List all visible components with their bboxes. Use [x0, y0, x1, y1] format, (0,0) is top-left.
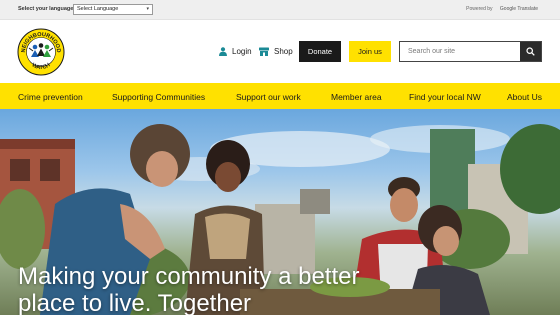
- nav-item-crime-prevention[interactable]: Crime prevention: [18, 92, 83, 102]
- login-link[interactable]: Login: [219, 41, 252, 62]
- neighbourhood-watch-logo[interactable]: NEIGHBOURHOOD WATCH: [17, 28, 65, 76]
- nav-item-member-area[interactable]: Member area: [331, 92, 382, 102]
- shop-link[interactable]: Shop: [259, 41, 293, 62]
- shop-icon: [259, 47, 269, 56]
- join-us-button[interactable]: Join us: [349, 41, 391, 62]
- search-box: Search our site: [399, 41, 542, 62]
- nav-item-about-us[interactable]: About Us: [507, 92, 542, 102]
- shop-label: Shop: [274, 47, 293, 56]
- powered-by-label: Powered by: [466, 6, 493, 12]
- hero-banner: Making your community a better place to …: [0, 109, 560, 315]
- site-header: NEIGHBOURHOOD WATCH Login Shop Donate Jo…: [0, 20, 560, 83]
- language-label: Select your language:: [18, 6, 76, 12]
- language-select[interactable]: Select Language ▾: [73, 4, 153, 15]
- google-translate-link[interactable]: Google Translate: [500, 6, 538, 12]
- logo-mark-icon: NEIGHBOURHOOD WATCH: [17, 28, 65, 76]
- hero-title: Making your community a better place to …: [18, 263, 360, 315]
- nav-item-support-our-work[interactable]: Support our work: [236, 92, 301, 102]
- user-icon: [219, 47, 227, 56]
- chevron-down-icon: ▾: [146, 6, 149, 12]
- donate-button[interactable]: Donate: [299, 41, 341, 62]
- language-select-value: Select Language: [77, 6, 119, 12]
- language-bar: Select your language: Select Language ▾ …: [0, 0, 560, 20]
- search-input[interactable]: Search our site: [408, 48, 455, 55]
- nav-item-find-local-nw[interactable]: Find your local NW: [409, 92, 481, 102]
- powered-by: Powered by Google Translate: [466, 6, 538, 12]
- nav-item-supporting-communities[interactable]: Supporting Communities: [112, 92, 205, 102]
- search-button[interactable]: [520, 42, 541, 61]
- search-icon: [526, 47, 535, 56]
- main-nav: Crime prevention Supporting Communities …: [0, 83, 560, 109]
- login-label: Login: [232, 47, 252, 56]
